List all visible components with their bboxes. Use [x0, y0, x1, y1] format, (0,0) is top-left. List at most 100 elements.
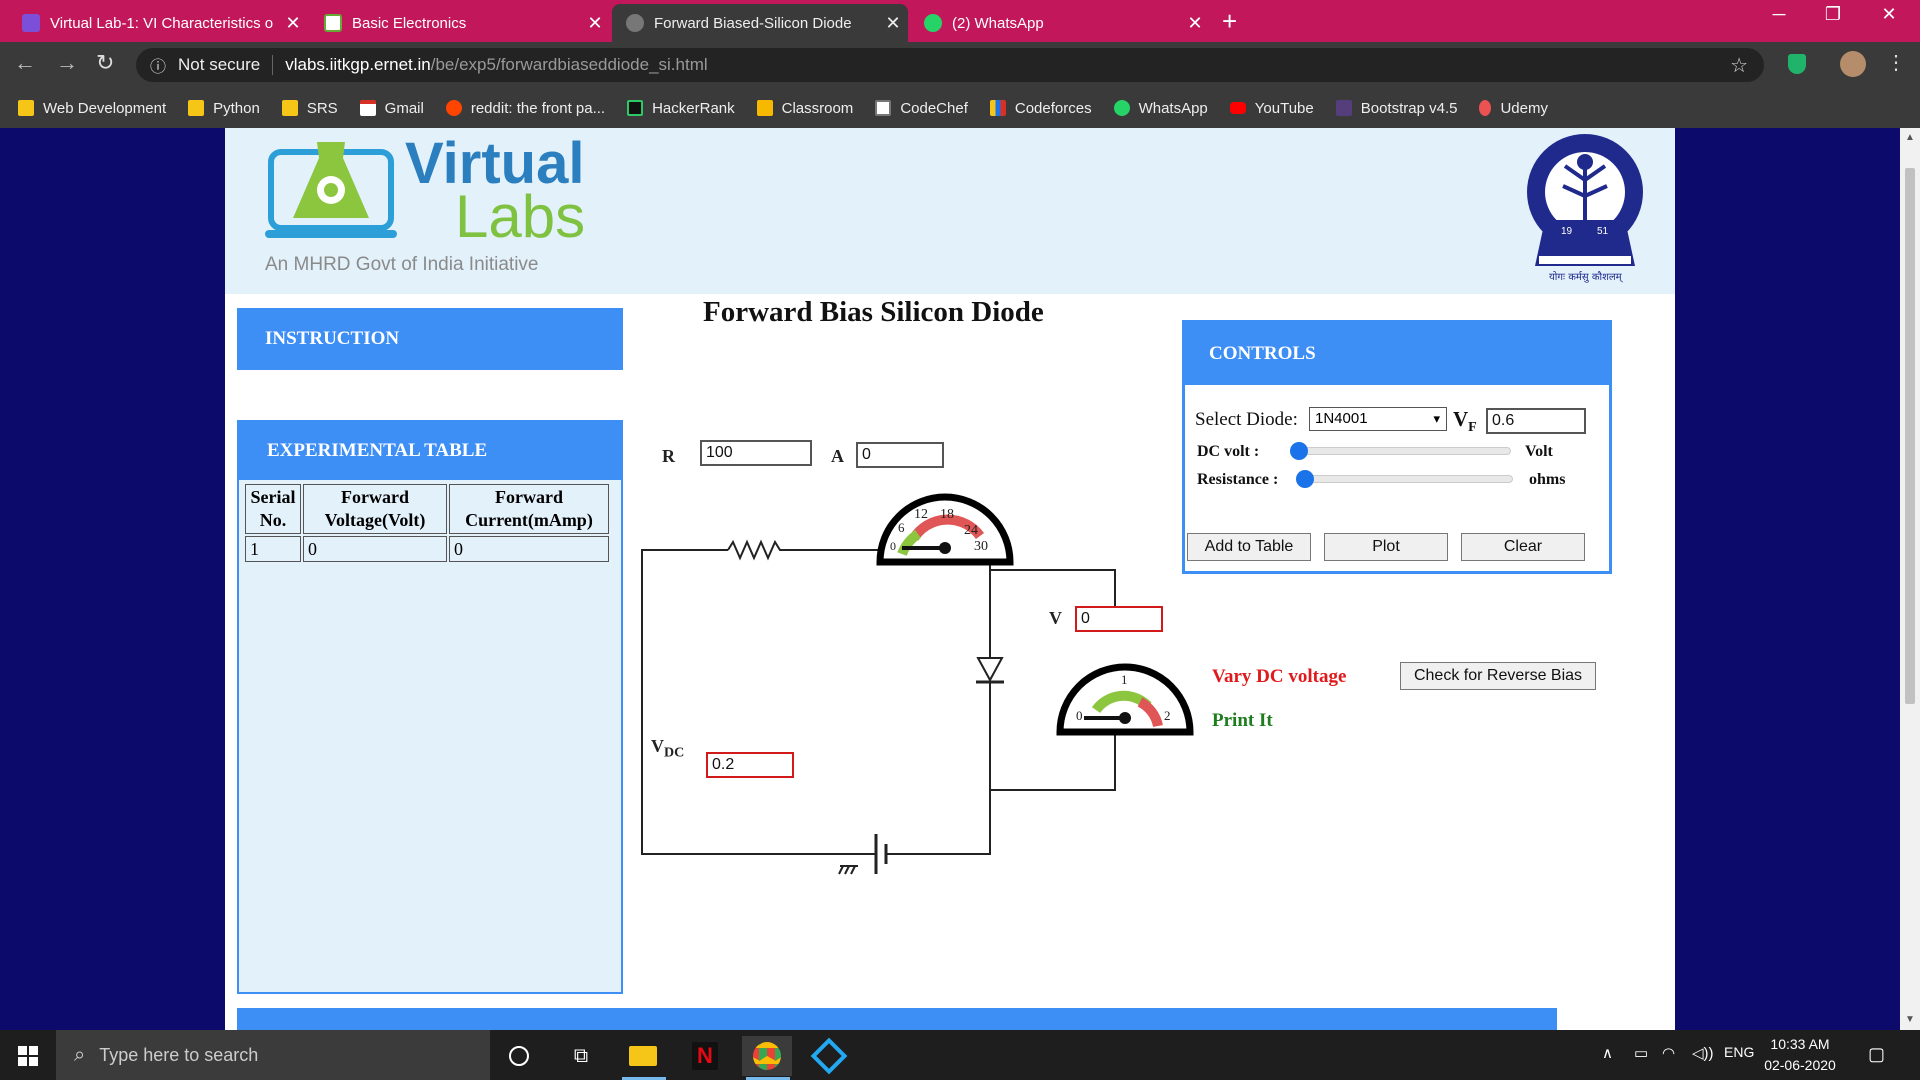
- reload-icon[interactable]: ↻: [96, 50, 114, 76]
- svg-text:30: 30: [974, 539, 988, 554]
- voltmeter-reading[interactable]: 0: [1075, 606, 1163, 632]
- controls-panel: CONTROLS Select Diode: 1N4001 ▾ VF 0.6 D…: [1182, 320, 1612, 574]
- bookmark-udemy[interactable]: Udemy: [1479, 100, 1548, 117]
- udemy-icon: [1479, 100, 1492, 116]
- menu-icon[interactable]: ⋮: [1886, 50, 1906, 75]
- tab-basic-electronics[interactable]: Basic Electronics ✕: [310, 4, 610, 42]
- back-icon[interactable]: ←: [14, 50, 36, 76]
- dc-volt-slider[interactable]: [1290, 442, 1511, 460]
- vdc-reading[interactable]: 0.2: [706, 752, 794, 778]
- hackerrank-icon: [627, 100, 644, 116]
- plot-button[interactable]: Plot: [1324, 533, 1448, 561]
- scroll-down-icon[interactable]: ▼: [1905, 1014, 1915, 1025]
- whatsapp-icon: [924, 14, 942, 32]
- check-reverse-bias-button[interactable]: Check for Reverse Bias: [1400, 662, 1596, 690]
- new-tab-icon[interactable]: +: [1222, 6, 1237, 37]
- table-row: 1 0 0: [245, 536, 609, 562]
- tray-chevron-icon[interactable]: ∧: [1602, 1044, 1613, 1062]
- bookmark-srs[interactable]: SRS: [281, 100, 338, 117]
- bookmark-reddit[interactable]: reddit: the front pa...: [445, 100, 605, 117]
- tab-bar: Virtual Lab-1: VI Characteristics o ✕ Ba…: [0, 0, 1920, 42]
- notification-icon[interactable]: ▢: [1868, 1044, 1885, 1065]
- search-icon: ⌕: [74, 1043, 86, 1066]
- bookmark-classroom[interactable]: Classroom: [756, 100, 853, 117]
- bookmark-bootstrap[interactable]: Bootstrap v4.5: [1335, 100, 1457, 117]
- close-icon[interactable]: ✕: [878, 13, 908, 34]
- avatar[interactable]: [1840, 51, 1866, 77]
- whatsapp-icon: [1113, 100, 1130, 116]
- taskbar-search-box[interactable]: ⌕ Type here to search: [56, 1030, 490, 1080]
- vf-label: VF: [1453, 407, 1477, 436]
- tab-virtual-lab[interactable]: Virtual Lab-1: VI Characteristics o ✕: [8, 4, 308, 42]
- url-host: vlabs.iitkgp.ernet.in: [285, 55, 431, 74]
- add-to-table-button[interactable]: Add to Table: [1187, 533, 1311, 561]
- iit-motto: योगः कर्मसु कौशलम्: [1549, 271, 1624, 283]
- forward-icon[interactable]: →: [56, 50, 78, 76]
- bookmark-python[interactable]: Python: [188, 100, 260, 117]
- window-close-icon[interactable]: ✕: [1864, 4, 1914, 25]
- bookmark-web-development[interactable]: Web Development: [18, 100, 166, 117]
- tab-forward-biased[interactable]: Forward Biased-Silicon Diode ✕: [612, 4, 908, 42]
- dc-volt-label: DC volt :: [1197, 443, 1260, 460]
- cortana-icon[interactable]: [494, 1036, 544, 1076]
- scroll-up-icon[interactable]: ▲: [1905, 132, 1915, 143]
- bookmark-hackerrank[interactable]: HackerRank: [627, 100, 735, 117]
- tab-label: Virtual Lab-1: VI Characteristics o: [50, 14, 274, 32]
- battery-icon[interactable]: ▭: [1634, 1044, 1648, 1062]
- bookmark-whatsapp[interactable]: WhatsApp: [1113, 100, 1208, 117]
- extension-shield-icon[interactable]: [1788, 54, 1806, 74]
- svg-text:18: 18: [940, 507, 954, 522]
- search-placeholder: Type here to search: [99, 1044, 259, 1065]
- close-icon[interactable]: ✕: [580, 13, 610, 34]
- tab-whatsapp[interactable]: (2) WhatsApp ✕: [910, 4, 1210, 42]
- diode-select[interactable]: 1N4001 ▾: [1309, 407, 1447, 431]
- bookmark-star-icon[interactable]: ☆: [1730, 53, 1748, 78]
- vscode-icon[interactable]: [804, 1036, 854, 1076]
- close-icon[interactable]: ✕: [1180, 13, 1210, 34]
- bookmark-codeforces[interactable]: Codeforces: [989, 100, 1092, 117]
- bookmark-gmail[interactable]: Gmail: [359, 100, 424, 117]
- clock-date: 02-06-2020: [1764, 1057, 1836, 1073]
- task-view-icon[interactable]: ⧉: [556, 1036, 606, 1076]
- vf-input[interactable]: 0.6: [1486, 408, 1586, 434]
- virtual-lab-favicon-icon: [22, 14, 40, 32]
- minimize-icon[interactable]: ─: [1754, 4, 1804, 25]
- basic-electronics-favicon-icon: [324, 14, 342, 32]
- netflix-icon[interactable]: N: [680, 1036, 730, 1076]
- file-explorer-icon[interactable]: [618, 1036, 668, 1076]
- svg-text:12: 12: [914, 507, 928, 522]
- restore-icon[interactable]: ❐: [1808, 4, 1858, 25]
- footer-bar: [237, 1008, 1557, 1030]
- divider: [272, 55, 274, 75]
- resistance-slider[interactable]: [1296, 470, 1513, 488]
- resistance-slider-thumb[interactable]: [1296, 470, 1314, 488]
- wifi-icon[interactable]: ◠: [1662, 1044, 1675, 1062]
- dc-volt-slider-thumb[interactable]: [1290, 442, 1308, 460]
- volume-icon[interactable]: ◁)): [1692, 1044, 1714, 1062]
- table-header-serial: Serial No.: [245, 484, 301, 534]
- instruction-heading[interactable]: INSTRUCTION: [237, 308, 623, 370]
- wire-right: [906, 549, 991, 855]
- resistance-input[interactable]: 100: [700, 440, 812, 466]
- svg-text:1: 1: [1121, 672, 1128, 687]
- chrome-icon[interactable]: [742, 1036, 792, 1076]
- info-icon[interactable]: ⓘ: [150, 53, 166, 77]
- page-title: Forward Bias Silicon Diode: [703, 296, 1044, 328]
- table-header-voltage: Forward Voltage(Volt): [303, 484, 447, 534]
- table-cell: 0: [303, 536, 447, 562]
- close-icon[interactable]: ✕: [278, 13, 308, 34]
- windows-start-icon[interactable]: [18, 1046, 38, 1066]
- bookmark-codechef[interactable]: CodeChef: [875, 100, 968, 117]
- address-bar[interactable]: ⓘ Not secure vlabs.iitkgp.ernet.in /be/e…: [136, 48, 1764, 82]
- print-it-link[interactable]: Print It: [1212, 710, 1273, 732]
- bookmark-youtube[interactable]: YouTube: [1229, 100, 1314, 117]
- ammeter-reading[interactable]: 0: [856, 442, 944, 468]
- tab-label: (2) WhatsApp: [952, 14, 1044, 32]
- scrollbar-thumb[interactable]: [1905, 168, 1915, 704]
- page-scrollbar[interactable]: ▲ ▼: [1900, 128, 1920, 1030]
- language-indicator[interactable]: ENG: [1724, 1044, 1754, 1060]
- system-clock[interactable]: 10:33 AM 02-06-2020: [1760, 1034, 1840, 1076]
- clear-button[interactable]: Clear: [1461, 533, 1585, 561]
- logo-tagline: An MHRD Govt of India Initiative: [265, 254, 539, 275]
- reddit-icon: [445, 100, 462, 116]
